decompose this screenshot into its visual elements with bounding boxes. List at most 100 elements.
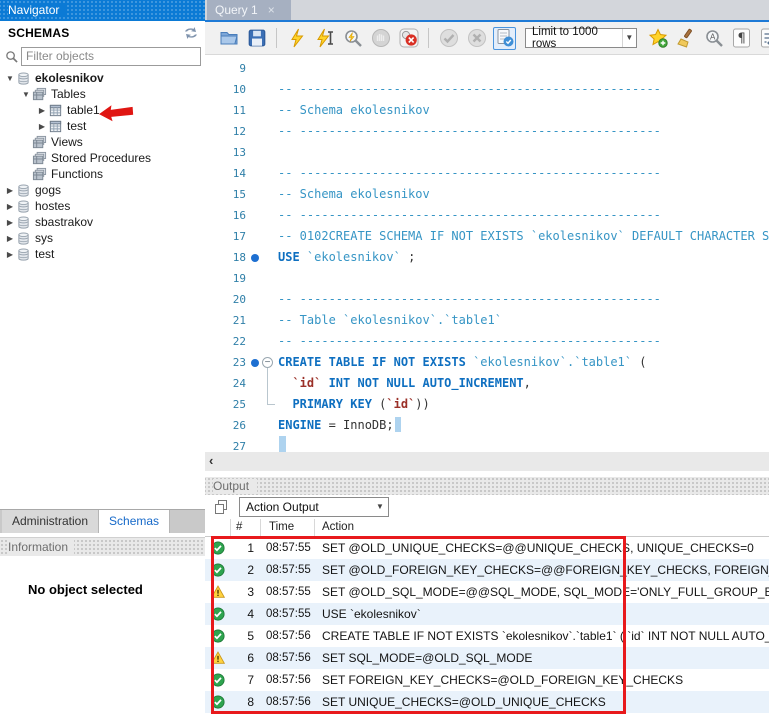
tree-item-tables[interactable]: ▼ Tables [0, 86, 205, 102]
wrap-button[interactable] [758, 27, 769, 50]
refresh-schemas-icon[interactable] [183, 26, 199, 40]
code-text: -- Schema ekolesnikov [278, 100, 430, 121]
expand-down-icon[interactable]: ▼ [20, 90, 32, 99]
row-index: 3 [231, 585, 261, 599]
time-column-header: Time [261, 519, 315, 536]
find-button[interactable]: A [702, 27, 725, 50]
execute-current-button[interactable] [313, 27, 336, 50]
row-time: 08:57:56 [261, 674, 315, 686]
output-row-7[interactable]: 708:57:56SET FOREIGN_KEY_CHECKS=@OLD_FOR… [205, 669, 769, 691]
output-view-selector-row: Action Output ▼ [205, 495, 769, 519]
db-icon [16, 231, 31, 245]
code-text: -- -------------------------------------… [278, 121, 661, 142]
navigator-title: Navigator [8, 3, 65, 17]
output-row-4[interactable]: 408:57:55USE `ekolesnikov` [205, 603, 769, 625]
tree-item-hostes[interactable]: ▶hostes [0, 198, 205, 214]
beautify-button[interactable] [674, 27, 697, 50]
explain-button[interactable] [341, 27, 364, 50]
save-snippet-button[interactable] [646, 27, 669, 50]
line-number: 20 [205, 289, 246, 310]
save-button[interactable] [245, 27, 268, 50]
tree-item-views[interactable]: Views [0, 134, 205, 150]
open-file-button[interactable] [217, 27, 240, 50]
stack-icon [32, 87, 47, 101]
filter-input[interactable] [21, 47, 201, 66]
code-line-20: 20 -- -----------------------------------… [205, 289, 769, 310]
tree-item-test[interactable]: ▶ test [0, 246, 205, 262]
tree-item-sys[interactable]: ▶sys [0, 230, 205, 246]
tree-item-functions[interactable]: Functions [0, 166, 205, 182]
db-icon [16, 183, 31, 197]
expand-right-icon[interactable]: ▶ [36, 106, 48, 115]
expand-right-icon[interactable]: ▶ [4, 186, 16, 195]
limit-rows-dropdown[interactable]: Limit to 1000 rows▼ [525, 28, 637, 48]
expand-right-icon[interactable]: ▶ [4, 250, 16, 259]
output-row-1[interactable]: 108:57:55SET @OLD_UNIQUE_CHECKS=@@UNIQUE… [205, 537, 769, 559]
no-object-selected-text: No object selected [28, 582, 205, 597]
tab-query-1[interactable]: Query 1 × [207, 0, 291, 20]
db-icon [16, 71, 31, 85]
horizontal-scrollbar[interactable]: ‹ [205, 452, 769, 471]
output-row-8[interactable]: 808:57:56SET UNIQUE_CHECKS=@OLD_UNIQUE_C… [205, 691, 769, 713]
stop-button[interactable] [369, 27, 392, 50]
toggle-autocommit-button[interactable] [493, 27, 516, 50]
tree-item-ekolesnikov[interactable]: ▼ekolesnikov [0, 70, 205, 86]
code-text: -- -------------------------------------… [278, 331, 661, 352]
code-text: -- Schema ekolesnikov [278, 184, 430, 205]
line-number: 18 [205, 247, 246, 268]
row-index: 4 [231, 607, 261, 621]
rollback-button[interactable] [465, 27, 488, 50]
expand-right-icon[interactable]: ▶ [4, 234, 16, 243]
code-text: -- -------------------------------------… [278, 289, 661, 310]
tree-item-label: Tables [51, 87, 86, 101]
navigator-header: Navigator [0, 0, 205, 21]
sql-code-editor[interactable]: 910-- ----------------------------------… [205, 55, 769, 452]
expand-right-icon[interactable]: ▶ [4, 202, 16, 211]
search-icon [5, 50, 18, 63]
stop-on-error-button[interactable] [397, 27, 420, 50]
code-line-19: 19 [205, 268, 769, 289]
output-row-6[interactable]: 608:57:56SET SQL_MODE=@OLD_SQL_MODE [205, 647, 769, 669]
expand-down-icon[interactable]: ▼ [4, 74, 16, 83]
row-time: 08:57:55 [261, 564, 315, 576]
code-text: USE `ekolesnikov` ; [278, 247, 415, 268]
row-action: SET UNIQUE_CHECKS=@OLD_UNIQUE_CHECKS [315, 695, 769, 709]
line-number: 10 [205, 79, 246, 100]
tree-item-stored-procedures[interactable]: Stored Procedures [0, 150, 205, 166]
commit-button[interactable] [437, 27, 460, 50]
execute-button[interactable] [285, 27, 308, 50]
success-icon [205, 541, 231, 555]
output-row-2[interactable]: 208:57:55SET @OLD_FOREIGN_KEY_CHECKS=@@F… [205, 559, 769, 581]
limit-rows-label: Limit to 1000 rows [532, 26, 622, 50]
annotation-arrow [97, 103, 134, 123]
invisibles-button[interactable]: ¶ [730, 27, 753, 50]
output-row-3[interactable]: 308:57:55SET @OLD_SQL_MODE=@@SQL_MODE, S… [205, 581, 769, 603]
line-number: 21 [205, 310, 246, 331]
tab-schemas[interactable]: Schemas [99, 510, 170, 533]
close-tab-icon[interactable]: × [268, 3, 275, 17]
tree-item-sbastrakov[interactable]: ▶sbastrakov [0, 214, 205, 230]
code-line-26: 26ENGINE = InnoDB; [205, 415, 769, 436]
statement-marker-icon [251, 359, 259, 367]
tab-administration[interactable]: Administration [2, 510, 99, 533]
line-number: 25 [205, 394, 246, 415]
tree-item-label: test [35, 247, 54, 261]
expand-right-icon[interactable]: ▶ [4, 218, 16, 227]
scroll-left-icon[interactable]: ‹ [209, 453, 213, 468]
code-text: -- -------------------------------------… [278, 79, 661, 100]
db-icon [16, 199, 31, 213]
output-row-5[interactable]: 508:57:56CREATE TABLE IF NOT EXISTS `eko… [205, 625, 769, 647]
tree-item-gogs[interactable]: ▶gogs [0, 182, 205, 198]
query-editor-area: Query 1 × Limit to 1000 rows▼ A¶ 910-- --… [205, 0, 769, 717]
line-number: 19 [205, 268, 246, 289]
stack-icon [32, 167, 47, 181]
information-header: Information [0, 537, 205, 556]
success-icon [205, 563, 231, 577]
row-time: 08:57:56 [261, 652, 315, 664]
action-column-header: Action [315, 519, 769, 536]
code-line-22: 22-- -----------------------------------… [205, 331, 769, 352]
output-view-dropdown[interactable]: Action Output ▼ [239, 497, 389, 517]
expand-right-icon[interactable]: ▶ [36, 122, 48, 131]
code-fold-icon[interactable]: − [262, 357, 273, 368]
code-line-25: 25 PRIMARY KEY (`id`)) [205, 394, 769, 415]
